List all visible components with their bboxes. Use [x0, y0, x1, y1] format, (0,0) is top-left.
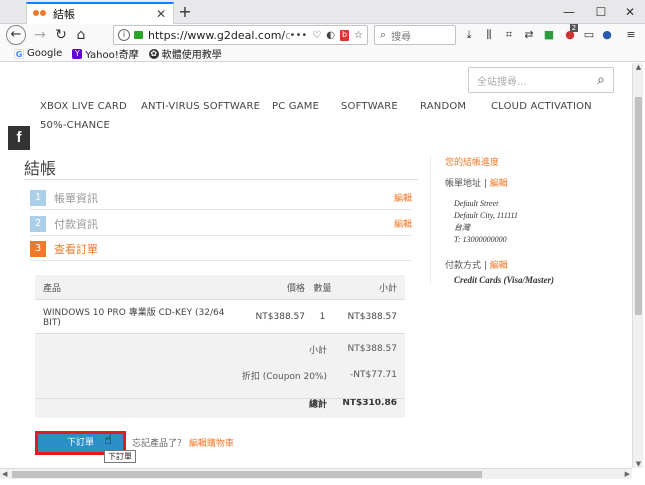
menu-item-antivirus[interactable]: ANTI-VIRUS SOFTWARE [141, 101, 260, 112]
billing-address: Default Street Default City, 111111 台灣 T… [454, 199, 518, 244]
menu-icon[interactable]: ≡ [624, 28, 638, 42]
step-payment: 2 付款資訊 編輯 [30, 212, 412, 236]
minimize-icon[interactable]: — [554, 0, 584, 24]
step-number: 3 [30, 240, 46, 257]
title-divider [24, 179, 418, 180]
site-favicon-icon [33, 10, 47, 18]
home-icon[interactable]: ⌂ [71, 26, 91, 44]
horizontal-scrollbar[interactable]: ◀ ▶ [0, 468, 632, 479]
site-search-input[interactable]: 全站搜尋... ⌕ [468, 67, 614, 93]
browser-search-box[interactable]: ⌕ 搜尋 [374, 25, 456, 45]
step-label: 查看訂單 [54, 242, 98, 256]
scrollbar-thumb[interactable] [635, 97, 642, 315]
reload-icon[interactable]: ↻ [51, 26, 71, 44]
url-bar[interactable]: i https://www.g2deal.com/ch ••• ♡ ◐ b ☆ [113, 25, 368, 45]
pocket-icon[interactable]: ♡ [312, 30, 321, 41]
summary-subtotal: 小計 NT$388.57 [308, 344, 397, 356]
extension-b-icon[interactable]: b [339, 29, 350, 41]
tab-title: 結帳 [53, 8, 75, 21]
download-icon[interactable]: ⤓ [462, 28, 476, 42]
payment-method-heading: 付款方式 | 編輯 [445, 261, 508, 271]
edit-billing-link[interactable]: 編輯 [394, 191, 412, 204]
order-review-table: 產品 價格 數量 小計 WINDOWS 10 PRO 專業版 CD-KEY (3… [35, 275, 405, 418]
site-search-placeholder: 全站搜尋... [477, 76, 527, 88]
product-qty: 1 [319, 311, 326, 322]
maximize-icon[interactable]: ☐ [586, 0, 616, 24]
vertical-scrollbar[interactable]: ▲ ▼ [632, 63, 643, 468]
browser-search-placeholder: 搜尋 [391, 31, 412, 43]
summary-total: 總計 NT$310.86 [308, 398, 397, 410]
search-icon[interactable]: ⌕ [597, 72, 605, 88]
forgot-product-text: 忘記產品了？ 編輯購物車 [132, 439, 234, 449]
menu-item-software[interactable]: SOFTWARE [341, 101, 398, 112]
browser-tab-bar: 結帳 ✕ + — ☐ ✕ [0, 0, 645, 24]
google-icon: G [14, 48, 24, 59]
bookmark-star-icon[interactable]: ☆ [354, 30, 363, 41]
library-icon[interactable]: ⫼ [482, 28, 496, 42]
menu-item-cloud-activation[interactable]: CLOUD ACTIVATION [491, 101, 592, 112]
url-text[interactable]: https://www.g2deal.com/ch [148, 29, 290, 42]
yahoo-icon: Y [72, 48, 83, 59]
bookmark-google[interactable]: G Google [14, 48, 62, 59]
scroll-left-icon[interactable]: ◀ [2, 469, 7, 480]
page-content: 全站搜尋... ⌕ XBOX LIVE CARD ANTI-VIRUS SOFT… [0, 63, 630, 468]
page-actions-icon[interactable]: ••• [290, 30, 308, 41]
facebook-icon[interactable]: f [8, 126, 30, 150]
step-billing: 1 帳單資訊 編輯 [30, 186, 412, 210]
menu-item-xbox[interactable]: XBOX LIVE CARD [40, 101, 127, 112]
sidebar-icon[interactable]: ▭ [582, 28, 596, 42]
extension-blue-icon[interactable]: ● [600, 28, 614, 42]
edit-payment-link[interactable]: 編輯 [394, 217, 412, 230]
step-number: 1 [30, 189, 46, 206]
checkout-progress-panel: 您的結帳進度 帳單地址 | 編輯 Default Street Default … [430, 155, 620, 285]
page-title: 結帳 [24, 159, 57, 178]
payment-method-value: Credit Cards (Visa/Master) [454, 275, 555, 285]
hand-cursor-icon: ☝ [104, 433, 112, 448]
info-icon[interactable]: i [118, 29, 130, 41]
screenshot-icon[interactable]: ⌗ [502, 28, 516, 42]
bookmark-yahoo[interactable]: Y Yahoo!奇摩 [72, 46, 139, 61]
extension-shield-icon[interactable]: ◐ [326, 30, 335, 41]
sync-icon[interactable]: ⇄ [522, 28, 536, 42]
table-header: 產品 價格 數量 小計 [35, 275, 405, 300]
step-label: 付款資訊 [54, 217, 98, 231]
scroll-right-icon[interactable]: ▶ [625, 469, 630, 480]
search-icon: ⌕ [380, 28, 387, 41]
lock-icon [134, 31, 143, 39]
table-divider [35, 398, 405, 399]
edit-cart-link[interactable]: 編輯購物車 [189, 439, 234, 449]
product-price: NT$388.57 [255, 311, 305, 322]
close-tab-icon[interactable]: ✕ [155, 7, 167, 21]
step-review: 3 查看訂單 [30, 237, 412, 261]
forward-icon[interactable]: → [30, 26, 50, 44]
extension-green-icon[interactable]: ■ [542, 28, 556, 42]
edit-billing-address-link[interactable]: 編輯 [490, 179, 508, 189]
bookmark-tutorial[interactable]: ✿ 軟體使用教學 [148, 46, 222, 61]
progress-title: 您的結帳進度 [445, 158, 500, 168]
product-subtotal: NT$388.57 [347, 311, 397, 322]
summary-discount: 折扣 (Coupon 20%) -NT$77.71 [241, 370, 397, 382]
tooltip: 下訂單 [104, 450, 136, 463]
new-tab-icon[interactable]: + [174, 2, 196, 22]
browser-nav-bar: ← → ↻ ⌂ i https://www.g2deal.com/ch ••• … [0, 24, 645, 46]
window-close-icon[interactable]: ✕ [615, 0, 645, 24]
edit-payment-method-link[interactable]: 編輯 [490, 261, 508, 271]
table-row: WINDOWS 10 PRO 專業版 CD-KEY (32/64 BIT) NT… [35, 300, 405, 334]
scroll-up-icon[interactable]: ▲ [633, 63, 644, 71]
billing-address-heading: 帳單地址 | 編輯 [445, 179, 508, 189]
menu-item-pc-game[interactable]: PC GAME [272, 101, 319, 112]
product-name: WINDOWS 10 PRO 專業版 CD-KEY (32/64 BIT) [43, 308, 225, 328]
scroll-down-icon[interactable]: ▼ [633, 460, 644, 468]
step-number: 2 [30, 215, 46, 232]
back-icon[interactable]: ← [6, 25, 26, 45]
bookmark-icon: ✿ [148, 48, 159, 59]
scrollbar-thumb[interactable] [12, 471, 482, 478]
menu-item-50-chance[interactable]: 50%-CHANCE [40, 120, 110, 131]
step-label: 帳單資訊 [54, 191, 98, 205]
extension-badge: 2 [570, 24, 578, 32]
bookmarks-toolbar: G Google Y Yahoo!奇摩 ✿ 軟體使用教學 [0, 46, 645, 62]
browser-tab[interactable]: 結帳 ✕ [26, 2, 174, 24]
menu-item-random[interactable]: RANDOM [420, 101, 466, 112]
